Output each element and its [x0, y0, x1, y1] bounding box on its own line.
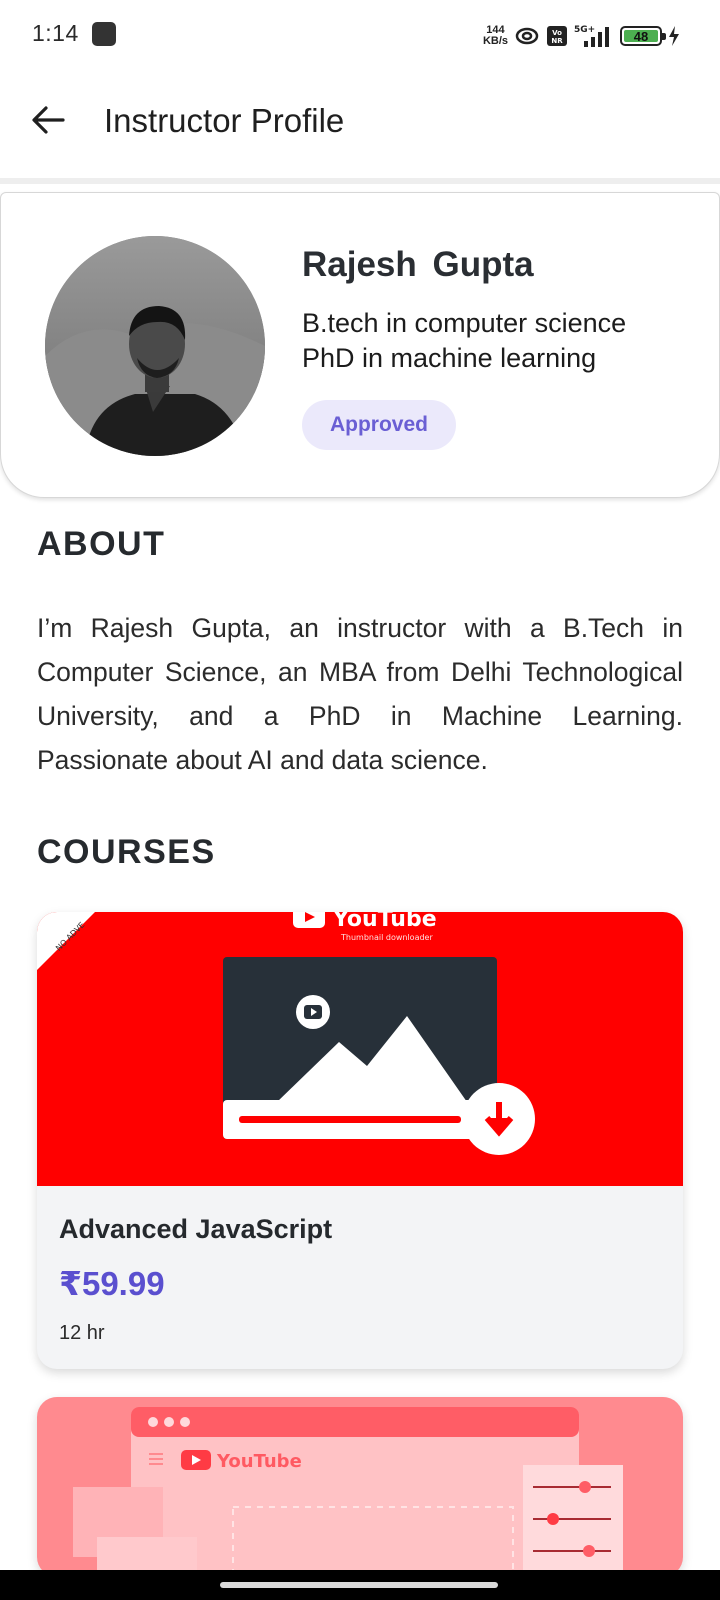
- courses-heading: COURSES: [37, 833, 216, 871]
- avatar: [45, 236, 265, 456]
- volte-icon: Vo NR: [546, 25, 568, 47]
- course-title: Advanced JavaScript: [59, 1214, 333, 1244]
- signal-icon: 5G+: [574, 25, 614, 47]
- home-gesture-handle[interactable]: [220, 1582, 498, 1588]
- about-heading: ABOUT: [37, 525, 166, 563]
- instructor-name: Rajesh Gupta: [302, 245, 534, 284]
- status-indicators: 144 KB/s Vo NR 5G+ 48: [483, 22, 680, 50]
- about-text: I’m Rajesh Gupta, an instructor with a B…: [37, 613, 683, 775]
- charging-icon: [668, 25, 680, 47]
- network-type-label: 5G+: [574, 25, 595, 35]
- course-card[interactable]: YouTube: [37, 1397, 683, 1577]
- qualification-line-1: B.tech in computer science: [302, 308, 627, 338]
- network-speed-unit: KB/s: [482, 35, 508, 47]
- thumb-brand-label: YouTube: [216, 1451, 302, 1472]
- course-thumbnail: YouTube: [37, 1397, 683, 1577]
- status-time: 1:14: [32, 20, 79, 46]
- course-card[interactable]: NO ADVE YouTube Thumbnail downloader Adv…: [37, 912, 683, 1369]
- app-bar-divider: [0, 178, 720, 184]
- svg-text:NR: NR: [551, 37, 563, 45]
- system-navigation-bar: [0, 1570, 720, 1600]
- page-title: Instructor Profile: [104, 102, 345, 139]
- battery-level: 48: [624, 29, 658, 44]
- back-button[interactable]: [26, 98, 70, 142]
- battery-icon: 48: [620, 26, 666, 46]
- thumb-sub-label: Thumbnail downloader: [340, 933, 433, 942]
- course-duration: 12 hr: [59, 1322, 105, 1344]
- status-bar: 1:14 144 KB/s Vo NR 5G+ 48: [0, 0, 720, 70]
- course-thumbnail: NO ADVE YouTube Thumbnail downloader: [37, 912, 683, 1186]
- status-badge: Approved: [302, 400, 456, 450]
- network-speed: 144 KB/s: [483, 25, 508, 47]
- app-notification-icon: [92, 22, 116, 46]
- qualification-line-2: PhD in machine learning: [302, 343, 597, 373]
- arrow-left-icon: [32, 106, 65, 134]
- thumb-brand-label: YouTube: [332, 912, 437, 932]
- svg-text:Vo: Vo: [552, 29, 562, 37]
- course-price: ₹59.99: [59, 1265, 165, 1302]
- hotspot-icon: [514, 25, 540, 47]
- app-bar: Instructor Profile: [0, 70, 720, 178]
- profile-card: Rajesh Gupta B.tech in computer science …: [0, 192, 720, 498]
